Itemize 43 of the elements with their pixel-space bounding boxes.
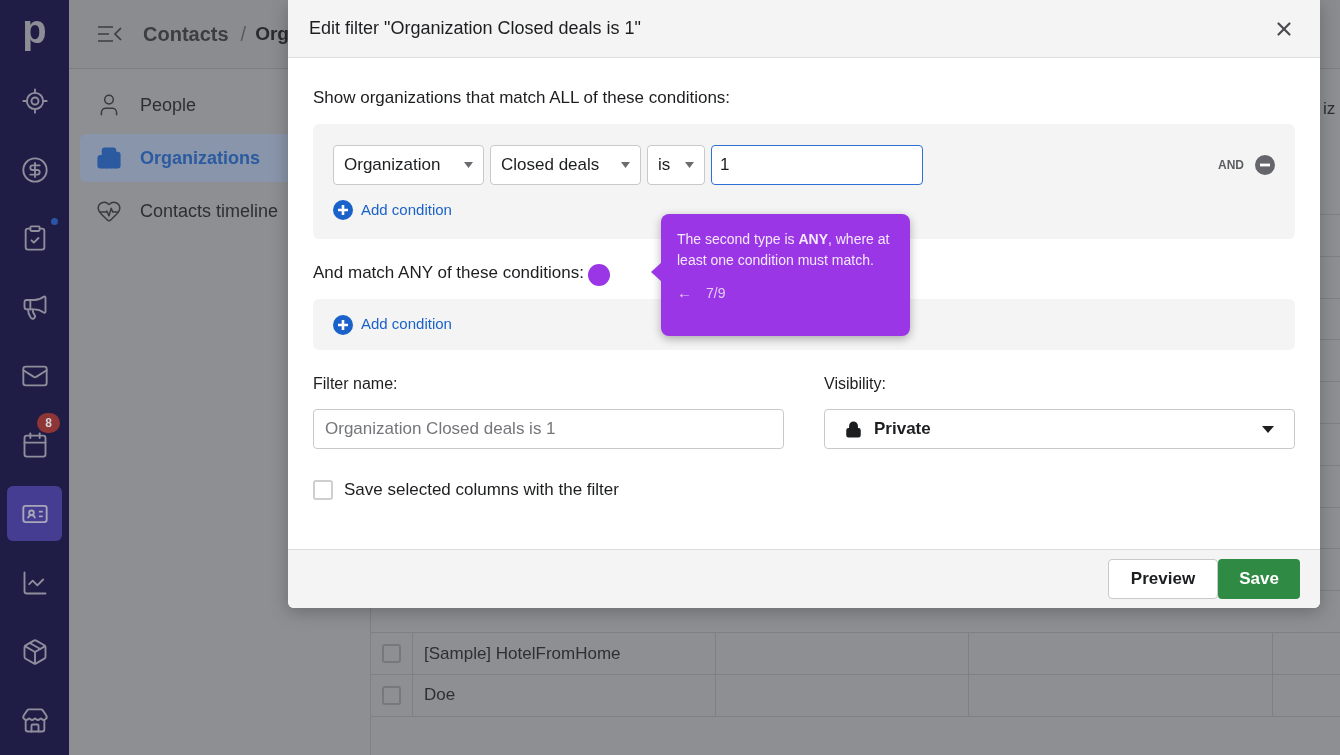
table-cell-text: Doe: [424, 684, 456, 707]
caret-icon: [685, 162, 694, 168]
filter-name-field[interactable]: Organization Closed deals is 1: [313, 409, 784, 449]
field-select[interactable]: Closed deals: [490, 145, 641, 185]
preview-button[interactable]: Preview: [1108, 559, 1218, 599]
save-button[interactable]: Save: [1218, 559, 1300, 599]
connector-label: AND: [1218, 157, 1244, 174]
section-heading: Show organizations that match ALL of these conditions:: [313, 87, 732, 109]
logo[interactable]: p: [22, 9, 47, 50]
add-icon: [333, 314, 353, 335]
table-cell-text: [Sample] HotelFromHome: [424, 642, 621, 665]
add-condition-link[interactable]: Add condition: [333, 313, 452, 336]
back-button[interactable]: ←: [677, 282, 692, 305]
add-icon: [333, 200, 353, 220]
field-label: Filter name:: [313, 374, 399, 394]
breadcrumb-link[interactable]: Contacts: [143, 19, 229, 49]
dollar-icon: [20, 155, 49, 184]
object-select[interactable]: Organization: [333, 145, 484, 185]
lock-icon: [845, 420, 862, 438]
store-icon: [20, 706, 49, 735]
heart-pulse-icon: [96, 198, 122, 224]
field-label: Visibility:: [824, 374, 887, 394]
caret-icon: [1262, 425, 1274, 433]
caret-icon: [464, 162, 473, 168]
checkbox-label: Save selected columns with the filter: [344, 479, 619, 501]
section-heading: And match ANY of these conditions:: [313, 262, 584, 285]
remove-condition-icon[interactable]: [1255, 155, 1275, 175]
column-header: iz: [1323, 98, 1336, 120]
dialog-title: Edit filter "Organization Closed deals is 1": [309, 17, 641, 40]
breadcrumb-separator: /: [240, 22, 247, 47]
collapse-menu-icon[interactable]: [97, 25, 123, 43]
tour-hotspot[interactable]: [587, 264, 610, 286]
target-icon: [20, 86, 49, 115]
visibility-select[interactable]: Private: [824, 409, 1295, 449]
count-badge: 8: [37, 412, 60, 433]
checkbox[interactable]: [313, 479, 333, 500]
tooltip-text: The second type is ANY, where at least one condition must match.: [677, 230, 891, 270]
step-counter: 7/9: [706, 283, 726, 303]
caret-icon: [621, 162, 630, 168]
value-field[interactable]: 1: [711, 145, 923, 185]
nav-item[interactable]: [7, 486, 62, 542]
operator-select[interactable]: is: [647, 145, 705, 185]
page-title: Org: [255, 21, 289, 46]
